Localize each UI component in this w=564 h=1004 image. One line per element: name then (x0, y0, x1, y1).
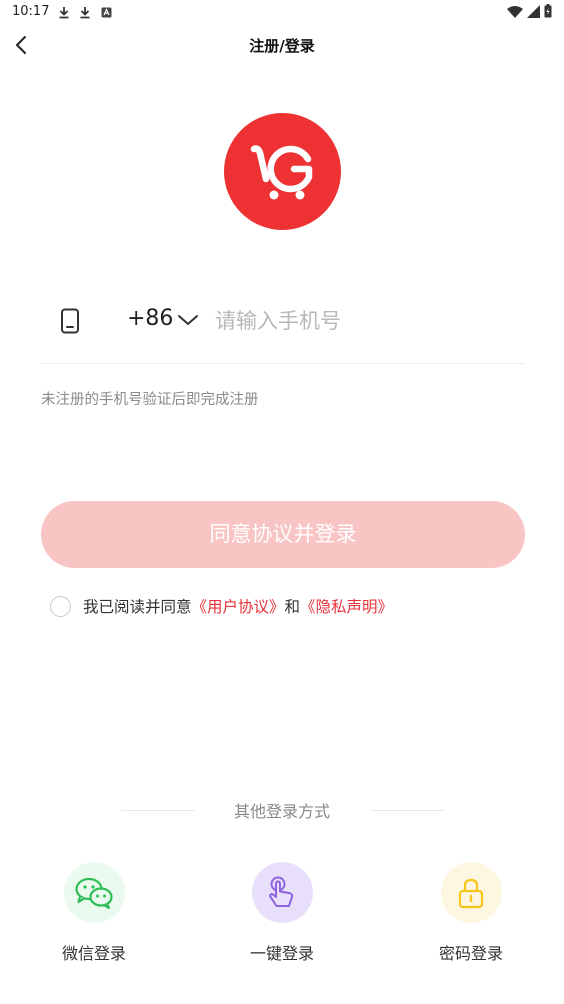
phone-number-input[interactable] (215, 304, 505, 338)
signal-icon (527, 3, 540, 22)
page-title: 注册/登录 (249, 37, 315, 55)
chevron-down-icon[interactable] (177, 312, 199, 330)
one-click-login-label: 一键登录 (249, 944, 314, 963)
wechat-login-label: 微信登录 (61, 944, 126, 963)
agreement-and: 和 (284, 598, 301, 616)
phone-input-row: +86 (41, 292, 525, 364)
password-login-label: 密码登录 (438, 944, 503, 963)
app-header: 注册/登录 (0, 26, 564, 64)
status-time: 10:17 (12, 4, 50, 19)
divider-line-right (370, 810, 444, 811)
lock-icon-circle (440, 862, 502, 923)
status-right (507, 3, 552, 22)
download-icon (57, 5, 71, 19)
user-agreement-link[interactable]: 《用户协议》 (192, 595, 285, 617)
agreement-checkbox[interactable] (50, 595, 71, 617)
wechat-icon-circle (63, 862, 125, 923)
wechat-login-option[interactable]: 微信登录 (44, 862, 144, 964)
agreement-prefix: 我已阅读并同意 (83, 598, 192, 616)
other-login-divider: 其他登录方式 (0, 798, 564, 822)
login-page: 10:17 注册/登录 +86 请输入手机号 未注册的手机号验证后即完成注册 同… (0, 0, 564, 1004)
privacy-statement-link[interactable]: 《隐私声明》 (300, 595, 393, 617)
country-code[interactable]: +86 (127, 306, 173, 331)
notification-icon (99, 5, 113, 19)
battery-icon (544, 3, 552, 22)
tap-icon-circle (251, 862, 313, 923)
lock-icon (458, 878, 484, 908)
mobile-phone-icon (59, 308, 81, 334)
wifi-icon (507, 3, 523, 22)
agree-and-login-button[interactable]: 同意协议并登录 (41, 501, 525, 568)
download-icon (78, 5, 92, 19)
app-logo (224, 113, 341, 230)
password-login-option[interactable]: 密码登录 (421, 862, 521, 964)
wechat-icon (75, 877, 113, 909)
agreement-row: 我已阅读并同意 《用户协议》 和 《隐私声明》 (50, 594, 393, 618)
status-bar: 10:17 (0, 0, 564, 26)
register-hint: 未注册的手机号验证后即完成注册 (41, 392, 259, 408)
cart-g-logo (250, 144, 312, 199)
one-click-login-option[interactable]: 一键登录 (232, 862, 332, 964)
tap-icon (269, 876, 294, 907)
other-login-title: 其他登录方式 (233, 802, 330, 821)
